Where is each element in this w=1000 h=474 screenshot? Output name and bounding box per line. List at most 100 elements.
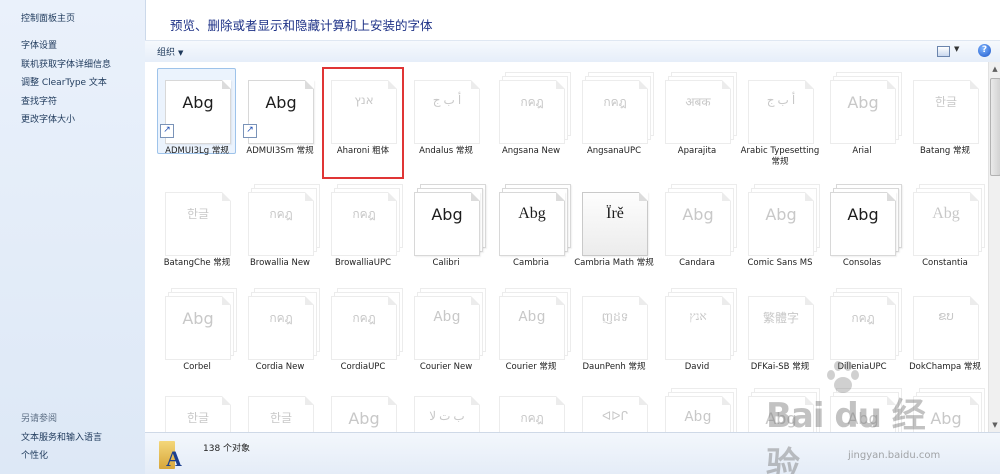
font-sample-text: กคฎ <box>269 311 293 325</box>
font-sample-text: Abg <box>518 205 546 222</box>
font-name-label: Consolas <box>842 258 882 268</box>
font-page-icon <box>331 80 397 144</box>
font-item[interactable]: กคฎ Browallia New <box>240 180 320 290</box>
font-item[interactable]: Abg Arial <box>822 68 902 178</box>
font-sample-text: ຂບ <box>938 309 954 323</box>
font-page-icon <box>331 296 397 360</box>
font-page-icon <box>830 192 896 256</box>
font-item[interactable]: กคฎ CordiaUPC <box>323 284 403 394</box>
font-sample-text: กคฎ <box>520 95 544 109</box>
scroll-up-arrow-icon[interactable]: ▲ <box>989 62 1000 76</box>
font-name-label: Browallia New <box>249 258 311 268</box>
font-sample-text: ᐊᐅᒋ <box>602 409 628 423</box>
font-item[interactable]: Abg ↗ ADMUI3Sm 常规 <box>240 68 320 178</box>
font-name-label: DokChampa 常规 <box>909 362 981 372</box>
font-item[interactable]: אנץ Aharoni 粗体 <box>322 67 404 179</box>
see-also-link[interactable]: 个性化 <box>21 448 48 461</box>
help-icon[interactable]: ? <box>978 44 991 57</box>
font-name-label: DFKai-SB 常规 <box>750 362 810 372</box>
font-item[interactable]: Abg Courier New <box>406 284 486 394</box>
font-item[interactable]: ញដទ DaunPenh 常规 <box>574 284 654 394</box>
font-item[interactable]: กคฎ DilleniaUPC <box>822 284 902 394</box>
font-grid: Abg ↗ ADMUI3Lg 常规 Abg ↗ ADMUI3Sm 常规 אנץ Aharoni… <box>145 62 988 432</box>
font-sample-text: Abg <box>765 409 797 428</box>
control-panel-home-link[interactable]: 控制面板主页 <box>21 11 75 24</box>
task-link[interactable]: 查找字符 <box>21 94 57 107</box>
font-item[interactable]: ຂບ DokChampa 常规 <box>905 284 985 394</box>
font-page-icon <box>748 80 814 144</box>
font-name-label: Courier New <box>419 362 473 372</box>
font-item[interactable]: กคฎ Angsana New <box>491 68 571 178</box>
font-page-icon <box>665 296 731 360</box>
vertical-scrollbar[interactable]: ▲ ▼ <box>988 62 1000 432</box>
font-item[interactable]: Abg Cambria <box>491 180 571 290</box>
organize-menu-button[interactable]: 组织 ▼ <box>157 45 183 58</box>
page-title: 预览、删除或者显示和隐藏计算机上安装的字体 <box>170 18 433 33</box>
font-item[interactable]: 한글 <box>240 384 320 432</box>
font-item[interactable]: 한글 <box>157 384 237 432</box>
font-sample-text: Abg <box>847 205 879 224</box>
font-item[interactable]: Ïrě Cambria Math 常规 <box>574 180 654 290</box>
task-link[interactable]: 调整 ClearType 文本 <box>21 75 107 88</box>
font-item[interactable]: Abg <box>822 384 902 432</box>
task-link[interactable]: 更改字体大小 <box>21 112 75 125</box>
see-also-link[interactable]: 文本服务和输入语言 <box>21 430 102 443</box>
font-name-label: Aparajita <box>677 146 717 156</box>
font-item[interactable]: 한글 Batang 常规 <box>905 68 985 178</box>
font-item[interactable]: أ ب ج Arabic Typesetting 常规 <box>740 68 820 178</box>
chevron-down-icon: ▼ <box>954 45 960 53</box>
font-sample-text: Ïrě <box>606 205 624 222</box>
font-item[interactable]: अबक Aparajita <box>657 68 737 178</box>
font-item[interactable]: กคฎ BrowalliaUPC <box>323 180 403 290</box>
font-page-icon <box>248 296 314 360</box>
font-sample-text: אנץ <box>689 309 707 323</box>
font-item[interactable]: Abg Comic Sans MS <box>740 180 820 290</box>
font-item[interactable]: กคฎ AngsanaUPC <box>574 68 654 178</box>
font-name-label: DaunPenh 常规 <box>582 362 646 372</box>
font-item[interactable]: กคฎ Cordia New <box>240 284 320 394</box>
object-count: 138 个对象 <box>203 444 251 454</box>
font-item[interactable]: Abg ↗ ADMUI3Lg 常规 <box>157 68 237 178</box>
font-item[interactable]: 繁體字 DFKai-SB 常规 <box>740 284 820 394</box>
font-item[interactable]: Abg Courier 常规 <box>491 284 571 394</box>
font-sample-text: Abg <box>847 93 879 112</box>
task-link[interactable]: 字体设置 <box>21 38 57 51</box>
font-sample-text: กคฎ <box>603 95 627 109</box>
font-page-icon <box>165 80 231 144</box>
task-link[interactable]: 联机获取字体详细信息 <box>21 57 111 70</box>
scrollbar-thumb[interactable] <box>990 78 1000 176</box>
font-sample-text: Abg <box>847 409 879 428</box>
font-item[interactable]: Abg Candara <box>657 180 737 290</box>
change-view-button[interactable]: ▼ <box>937 45 965 58</box>
font-name-label: Candara <box>679 258 715 268</box>
font-item[interactable]: Abg Corbel <box>157 284 237 394</box>
font-item[interactable]: Abg Calibri <box>406 180 486 290</box>
font-page-icon <box>913 192 979 256</box>
font-sample-text: Abg <box>682 205 714 224</box>
font-item[interactable]: أ ب ج Andalus 常规 <box>406 68 486 178</box>
font-item[interactable]: Abg Consolas <box>822 180 902 290</box>
font-item[interactable]: Abg Constantia <box>905 180 985 290</box>
scroll-down-arrow-icon[interactable]: ▼ <box>989 418 1000 432</box>
font-name-label: BrowalliaUPC <box>334 258 392 268</box>
font-sample-text: Abg <box>265 93 297 112</box>
font-page-icon <box>499 192 565 256</box>
font-name-label: CordiaUPC <box>340 362 386 372</box>
font-item[interactable]: Abg <box>323 384 403 432</box>
font-sample-text: ញដទ <box>601 310 629 324</box>
font-sample-text: Abg <box>348 409 380 428</box>
font-item[interactable]: Abg <box>905 384 985 432</box>
font-item[interactable]: Abg <box>740 384 820 432</box>
font-item[interactable]: กคฎ <box>491 384 571 432</box>
font-item[interactable]: Abg <box>657 384 737 432</box>
font-sample-text: 한글 <box>269 411 293 425</box>
font-item[interactable]: ب ت ﻻ <box>406 384 486 432</box>
font-item[interactable]: ᐊᐅᒋ <box>574 384 654 432</box>
font-name-label: Angsana New <box>501 146 561 156</box>
font-sample-text: กคฎ <box>269 207 293 221</box>
font-item[interactable]: 한글 BatangChe 常规 <box>157 180 237 290</box>
font-sample-text: Abg <box>765 205 797 224</box>
font-sample-text: 한글 <box>186 207 210 221</box>
font-name-label: Courier 常规 <box>505 362 557 372</box>
font-item[interactable]: אנץ David <box>657 284 737 394</box>
